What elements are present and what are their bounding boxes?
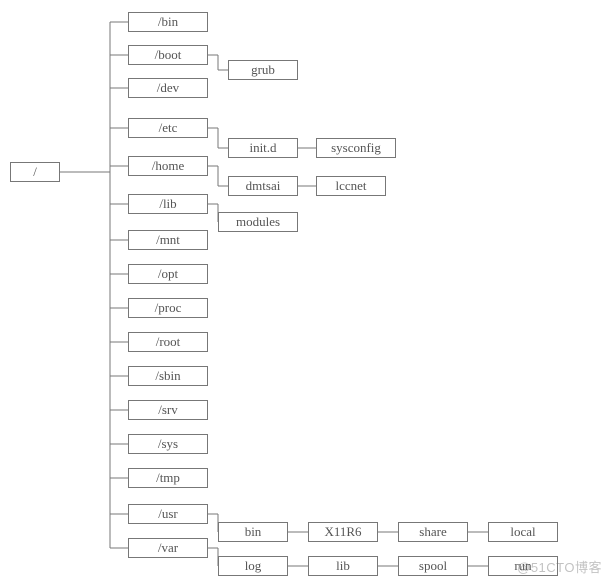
node-root: / — [10, 162, 60, 182]
node-var-lib: lib — [308, 556, 378, 576]
node-var-log: log — [218, 556, 288, 576]
node-mnt: /mnt — [128, 230, 208, 250]
node-tmp: /tmp — [128, 468, 208, 488]
node-usr-x11r6: X11R6 — [308, 522, 378, 542]
node-usr-share: share — [398, 522, 468, 542]
node-root: /root — [128, 332, 208, 352]
node-home-lccnet: lccnet — [316, 176, 386, 196]
tree-connectors — [0, 0, 606, 582]
node-etc-sysconfig: sysconfig — [316, 138, 396, 158]
watermark: @51CTO博客 — [517, 557, 602, 576]
node-sys: /sys — [128, 434, 208, 454]
node-srv: /srv — [128, 400, 208, 420]
node-etc: /etc — [128, 118, 208, 138]
node-dev: /dev — [128, 78, 208, 98]
node-home: /home — [128, 156, 208, 176]
node-opt: /opt — [128, 264, 208, 284]
node-lib-modules: modules — [218, 212, 298, 232]
node-home-dmtsai: dmtsai — [228, 176, 298, 196]
node-usr-bin: bin — [218, 522, 288, 542]
node-var: /var — [128, 538, 208, 558]
node-bin: /bin — [128, 12, 208, 32]
node-usr: /usr — [128, 504, 208, 524]
node-proc: /proc — [128, 298, 208, 318]
node-var-spool: spool — [398, 556, 468, 576]
node-usr-local: local — [488, 522, 558, 542]
node-sbin: /sbin — [128, 366, 208, 386]
node-boot-grub: grub — [228, 60, 298, 80]
node-etc-initd: init.d — [228, 138, 298, 158]
node-lib: /lib — [128, 194, 208, 214]
node-boot: /boot — [128, 45, 208, 65]
